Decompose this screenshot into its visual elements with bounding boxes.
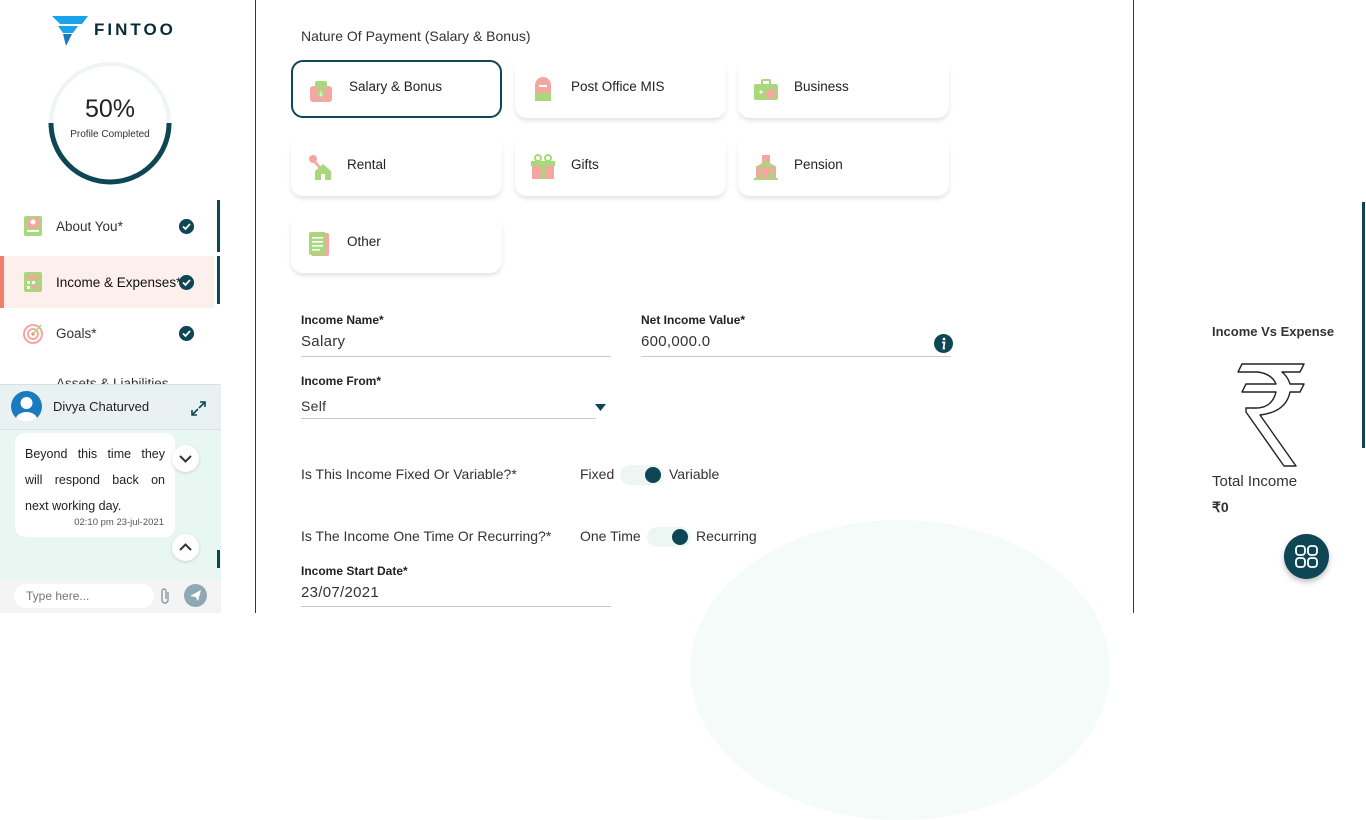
check-icon xyxy=(179,218,194,234)
payment-type-label: Rental xyxy=(347,157,387,172)
rupee-icon xyxy=(1237,363,1305,467)
one-time-recurring-question: Is The Income One Time Or Recurring?* xyxy=(301,528,552,544)
nav-progress-bar xyxy=(217,256,220,304)
profile-percent: 50% xyxy=(84,95,136,123)
nav-progress-bar xyxy=(217,200,220,252)
sidebar-item-label: Assets & Liabilities xyxy=(56,376,169,384)
chat-agent-name: Divya Chaturved xyxy=(53,399,150,414)
start-date-input[interactable]: 23/07/2021 xyxy=(301,584,379,601)
chat-message-text: Beyond this time they will respond back … xyxy=(25,447,165,513)
payment-type-rental[interactable]: Rental xyxy=(291,138,502,196)
sidebar-item-label: Goals* xyxy=(56,325,97,341)
chat-message-time: 02:10 pm 23-jul-2021 xyxy=(74,517,164,528)
calculator-icon xyxy=(24,272,42,292)
payment-type-gifts[interactable]: Gifts xyxy=(515,138,726,196)
start-date-underline xyxy=(301,606,611,607)
expand-icon[interactable] xyxy=(191,401,206,416)
briefcase-icon xyxy=(754,79,778,100)
payment-type-label: Post Office MIS xyxy=(571,79,665,94)
income-name-underline xyxy=(301,356,611,357)
chevron-down-icon[interactable] xyxy=(595,404,606,412)
send-icon xyxy=(190,590,201,601)
svg-text:$: $ xyxy=(319,91,323,98)
payment-type-label: Gifts xyxy=(571,157,599,172)
decorative-background xyxy=(690,520,1110,820)
document-icon xyxy=(309,232,329,256)
chat-message-bubble: Beyond this time they will respond back … xyxy=(15,433,175,537)
income-from-underline xyxy=(301,418,596,419)
sidebar-item-income-expenses[interactable]: Income & Expenses* xyxy=(4,256,214,308)
chat-message-input[interactable] xyxy=(14,584,154,608)
chat-scrollbar[interactable] xyxy=(217,550,220,568)
grid-menu-icon xyxy=(1295,545,1318,568)
fintoo-logo[interactable]: FINTOO xyxy=(52,14,176,46)
house-key-icon xyxy=(309,155,331,180)
brand-name: FINTOO xyxy=(94,20,176,39)
avatar xyxy=(11,391,42,422)
payment-type-post-office-mis[interactable]: Post Office MIS xyxy=(515,60,726,118)
scroll-up-button[interactable] xyxy=(172,534,199,561)
start-date-label: Income Start Date* xyxy=(301,564,408,578)
one-time-option-label: One Time xyxy=(580,528,641,544)
net-income-label: Net Income Value* xyxy=(641,313,746,327)
payment-type-label: Pension xyxy=(794,157,843,172)
payment-type-pension[interactable]: Pension xyxy=(738,138,949,196)
income-name-label: Income Name* xyxy=(301,313,384,327)
user-icon xyxy=(15,397,38,422)
paperclip-icon[interactable] xyxy=(159,587,171,605)
chat-header[interactable]: Divya Chaturved xyxy=(0,384,221,430)
payment-type-other[interactable]: Other xyxy=(291,215,502,273)
target-icon xyxy=(23,324,43,344)
payment-type-label: Business xyxy=(794,79,849,94)
fixed-variable-question: Is This Income Fixed Or Variable?* xyxy=(301,466,517,482)
total-income-label: Total Income xyxy=(1212,473,1298,490)
pension-building-icon xyxy=(754,155,778,180)
chat-widget: Divya Chaturved Beyond this time they wi… xyxy=(0,384,221,613)
one-time-recurring-toggle[interactable] xyxy=(647,527,691,547)
income-from-select[interactable]: Self xyxy=(301,398,326,414)
sidebar-item-label: About You* xyxy=(56,218,123,234)
payment-type-salary-bonus[interactable]: $ Salary & Bonus xyxy=(291,60,502,118)
check-icon xyxy=(179,325,194,341)
info-icon[interactable] xyxy=(934,334,953,353)
main-panel-border xyxy=(255,0,256,613)
main-panel-border xyxy=(1133,0,1134,613)
fixed-option-label: Fixed xyxy=(580,466,615,482)
salary-bag-icon: $ xyxy=(310,81,332,102)
chevron-down-icon xyxy=(179,455,192,463)
sidebar-item-label: Income & Expenses* xyxy=(56,274,182,290)
chevron-up-icon xyxy=(179,543,192,551)
profile-label: Profile Completed xyxy=(70,129,150,140)
right-scrollbar[interactable] xyxy=(1362,202,1365,448)
net-income-underline xyxy=(641,356,951,357)
recurring-option-label: Recurring xyxy=(696,528,757,544)
income-name-input[interactable]: Salary xyxy=(301,333,345,350)
scroll-down-button[interactable] xyxy=(172,445,199,472)
toggle-knob xyxy=(672,529,688,545)
send-button[interactable] xyxy=(184,584,207,607)
fixed-variable-toggle[interactable] xyxy=(620,465,664,485)
menu-fab-button[interactable] xyxy=(1284,534,1329,579)
sidebar-item-assets-liabilities[interactable]: Assets & Liabilities xyxy=(0,360,214,384)
sidebar-item-about-you[interactable]: About You* xyxy=(0,200,214,252)
chat-input-bar xyxy=(0,579,221,613)
toggle-knob xyxy=(645,467,661,483)
income-from-label: Income From* xyxy=(301,374,382,388)
post-box-icon xyxy=(535,77,551,101)
check-icon xyxy=(179,274,194,290)
income-vs-expense-title: Income Vs Expense xyxy=(1212,324,1335,339)
payment-type-label: Salary & Bonus xyxy=(349,79,443,94)
gift-icon xyxy=(531,154,555,179)
total-income-value: ₹0 xyxy=(1212,499,1229,515)
sidebar-item-goals[interactable]: Goals* xyxy=(0,307,214,359)
payment-type-business[interactable]: Business xyxy=(738,60,949,118)
profile-card-icon xyxy=(24,216,42,236)
payment-type-label: Other xyxy=(347,234,381,249)
section-title: Nature Of Payment (Salary & Bonus) xyxy=(301,28,531,44)
fintoo-logo-icon xyxy=(52,16,88,46)
variable-option-label: Variable xyxy=(669,466,720,482)
net-income-input[interactable]: 600,000.0 xyxy=(641,333,710,350)
